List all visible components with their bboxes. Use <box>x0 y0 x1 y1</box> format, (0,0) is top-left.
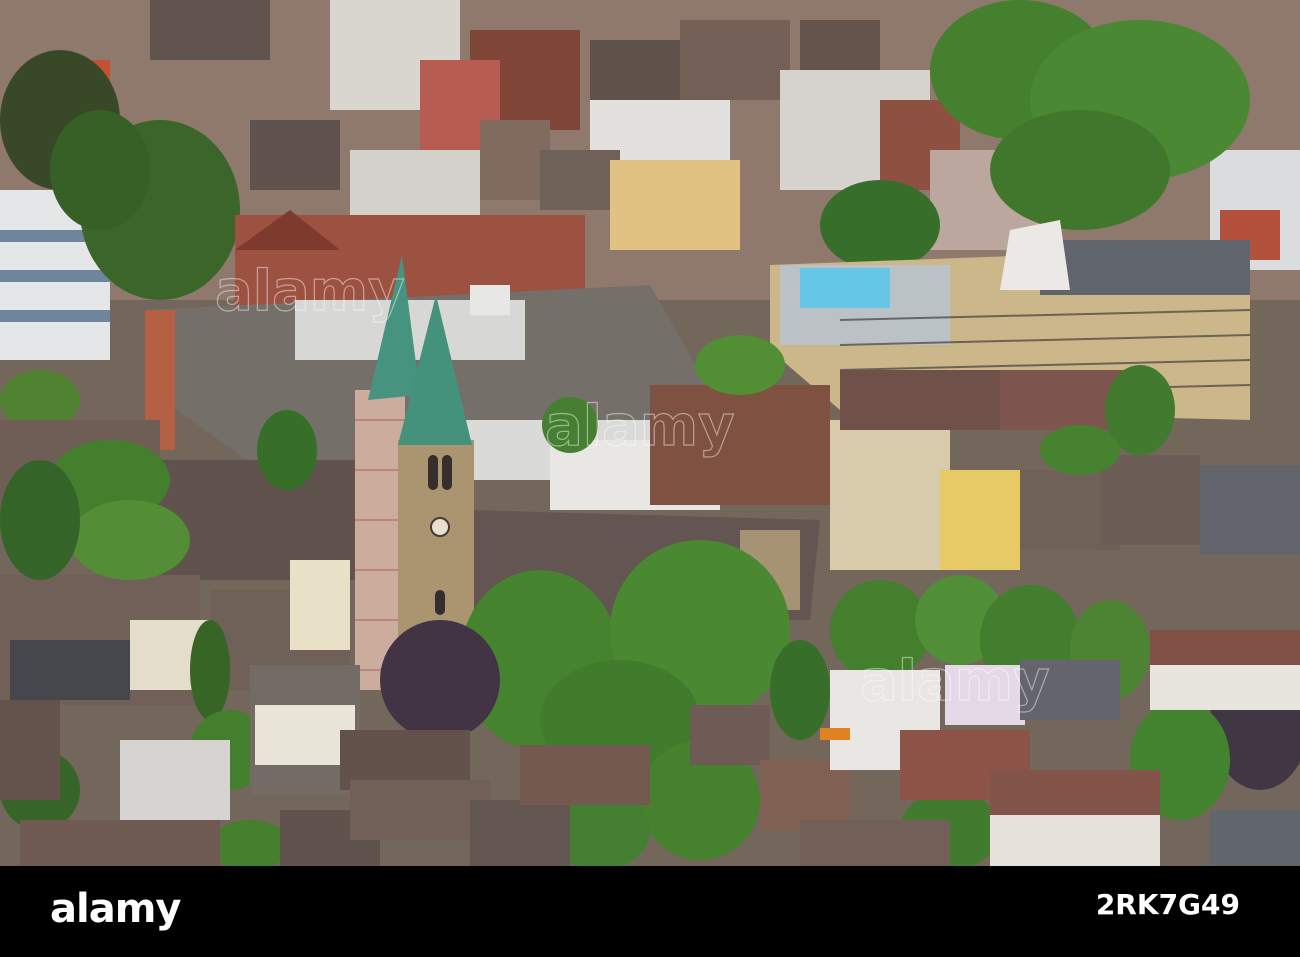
image-id: 2RK7G49 <box>1095 888 1240 921</box>
aerial-town-photo <box>0 0 1300 866</box>
stock-photo-frame: alamy alamy alamy alamy 2RK7G49 <box>0 0 1300 957</box>
footer-bar: alamy 2RK7G49 <box>0 866 1300 957</box>
alamy-logo: alamy <box>50 886 181 932</box>
